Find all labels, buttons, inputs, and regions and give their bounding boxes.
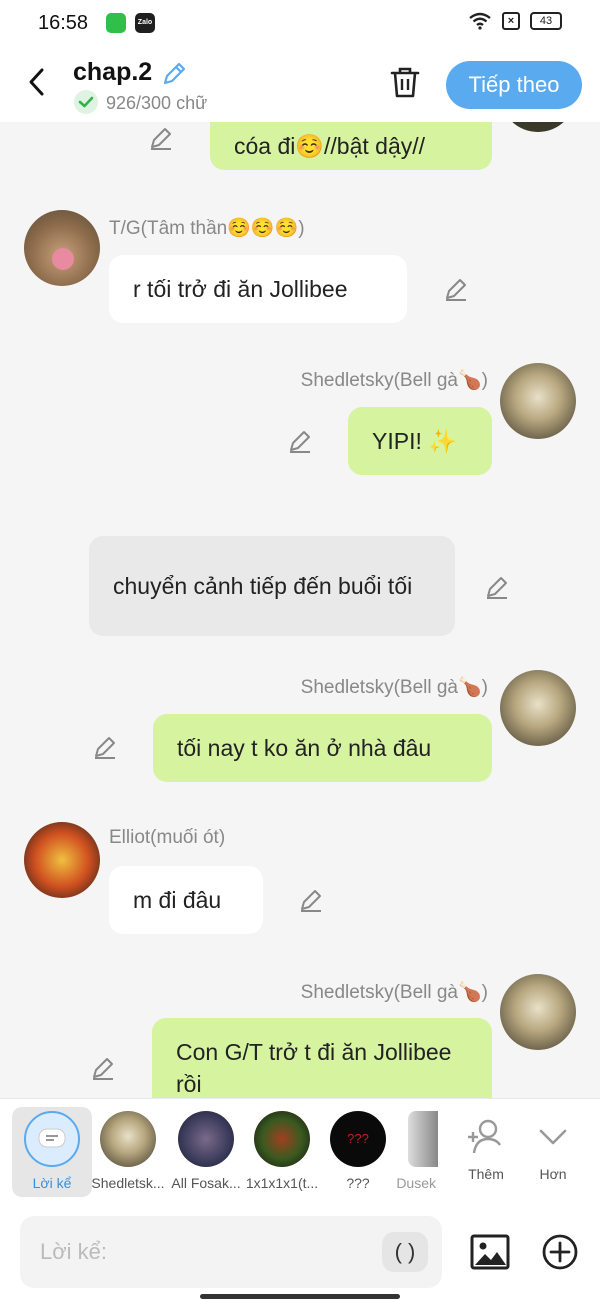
- avatar[interactable]: [500, 122, 576, 132]
- character-label: Shedletsk...: [91, 1175, 165, 1191]
- message-bubble[interactable]: m đi đâu: [109, 866, 263, 934]
- narration-bubble[interactable]: chuyển cảnh tiếp đến buổi tối: [89, 536, 455, 636]
- narration-input[interactable]: [20, 1216, 442, 1288]
- message-bubble[interactable]: cóa đi☺️//bật dậy//: [210, 122, 492, 170]
- edit-message-icon[interactable]: [90, 1055, 116, 1081]
- parenthesis-button[interactable]: ( ): [382, 1232, 428, 1272]
- character-label: Lời kể: [32, 1175, 72, 1191]
- character-label: Dusek: [396, 1175, 436, 1191]
- avatar: [254, 1111, 310, 1167]
- avatar[interactable]: [24, 822, 100, 898]
- home-indicator: [200, 1294, 400, 1299]
- word-count: 926/300 chữ: [106, 93, 208, 113]
- next-button[interactable]: Tiếp theo: [446, 61, 582, 109]
- status-time: 16:58: [38, 12, 89, 34]
- edit-title-icon[interactable]: [160, 60, 188, 88]
- avatar: [178, 1111, 234, 1167]
- character-label: 1x1x1x1(t...: [245, 1175, 319, 1191]
- more-button[interactable]: Hơn: [513, 1107, 593, 1197]
- message-bubble[interactable]: r tối trở đi ăn Jollibee: [109, 255, 407, 323]
- character-shedletsky[interactable]: Shedletsk...: [88, 1107, 168, 1197]
- message-bubble[interactable]: YIPI! ✨: [348, 407, 492, 475]
- edit-message-icon[interactable]: [148, 125, 174, 151]
- check-icon: [74, 90, 98, 114]
- image-icon[interactable]: [470, 1232, 510, 1272]
- speaker-name: Elliot(muối ót): [109, 827, 226, 848]
- header: chap.2 926/300 chữ Tiếp theo: [0, 46, 600, 122]
- character-label: All Fosak...: [171, 1175, 241, 1191]
- avatar: [100, 1111, 156, 1167]
- speaker-name: Shedletsky(Bell gà🍗): [300, 982, 488, 1003]
- wifi-icon: [469, 12, 491, 30]
- avatar[interactable]: [500, 363, 576, 439]
- avatar: [408, 1111, 438, 1167]
- sim-off-icon: ×: [502, 12, 520, 30]
- character-narration[interactable]: Lời kể: [12, 1107, 92, 1197]
- add-person-icon: [468, 1119, 501, 1154]
- more-label: Hơn: [539, 1166, 567, 1182]
- app-notification-icon: [106, 13, 126, 33]
- edit-message-icon[interactable]: [92, 734, 118, 760]
- chat-area[interactable]: cóa đi☺️//bật dậy// T/G(Tâm thần☺️☺️☺️) …: [0, 122, 600, 1098]
- edit-message-icon[interactable]: [287, 428, 313, 454]
- trash-icon[interactable]: [388, 64, 422, 100]
- avatar: ???: [330, 1111, 386, 1167]
- message-bubble[interactable]: tối nay t ko ăn ở nhà đâu: [153, 714, 492, 782]
- narration-avatar: [24, 1111, 80, 1167]
- speaker-name: Shedletsky(Bell gà🍗): [300, 677, 488, 698]
- message-bubble[interactable]: Con G/T trở t đi ăn Jollibee rồi: [152, 1018, 492, 1098]
- character-strip: Lời kể Shedletsk... All Fosak... 1x1x1x1…: [0, 1098, 600, 1206]
- edit-message-icon[interactable]: [298, 887, 324, 913]
- edit-message-icon[interactable]: [443, 276, 469, 302]
- avatar[interactable]: [500, 670, 576, 746]
- chevron-down-icon: [539, 1129, 567, 1145]
- chapter-title: chap.2: [73, 58, 153, 86]
- speaker-name: Shedletsky(Bell gà🍗): [300, 370, 488, 391]
- zalo-notification-icon: Zalo: [135, 13, 155, 33]
- character-1x1x1x1[interactable]: 1x1x1x1(t...: [242, 1107, 322, 1197]
- plus-circle-icon[interactable]: [540, 1232, 580, 1272]
- composer: ( ): [0, 1206, 600, 1300]
- edit-message-icon[interactable]: [484, 574, 510, 600]
- back-arrow-icon[interactable]: [22, 64, 52, 100]
- speech-bubble-icon: [38, 1128, 66, 1148]
- battery-icon: 43: [530, 12, 562, 30]
- avatar[interactable]: [24, 210, 100, 286]
- status-bar: 16:58 Zalo × 43: [0, 0, 600, 46]
- avatar[interactable]: [500, 974, 576, 1050]
- speaker-name: T/G(Tâm thần☺️☺️☺️): [109, 218, 305, 239]
- character-dusek[interactable]: Dusek: [386, 1107, 438, 1197]
- character-all-fosak[interactable]: All Fosak...: [166, 1107, 246, 1197]
